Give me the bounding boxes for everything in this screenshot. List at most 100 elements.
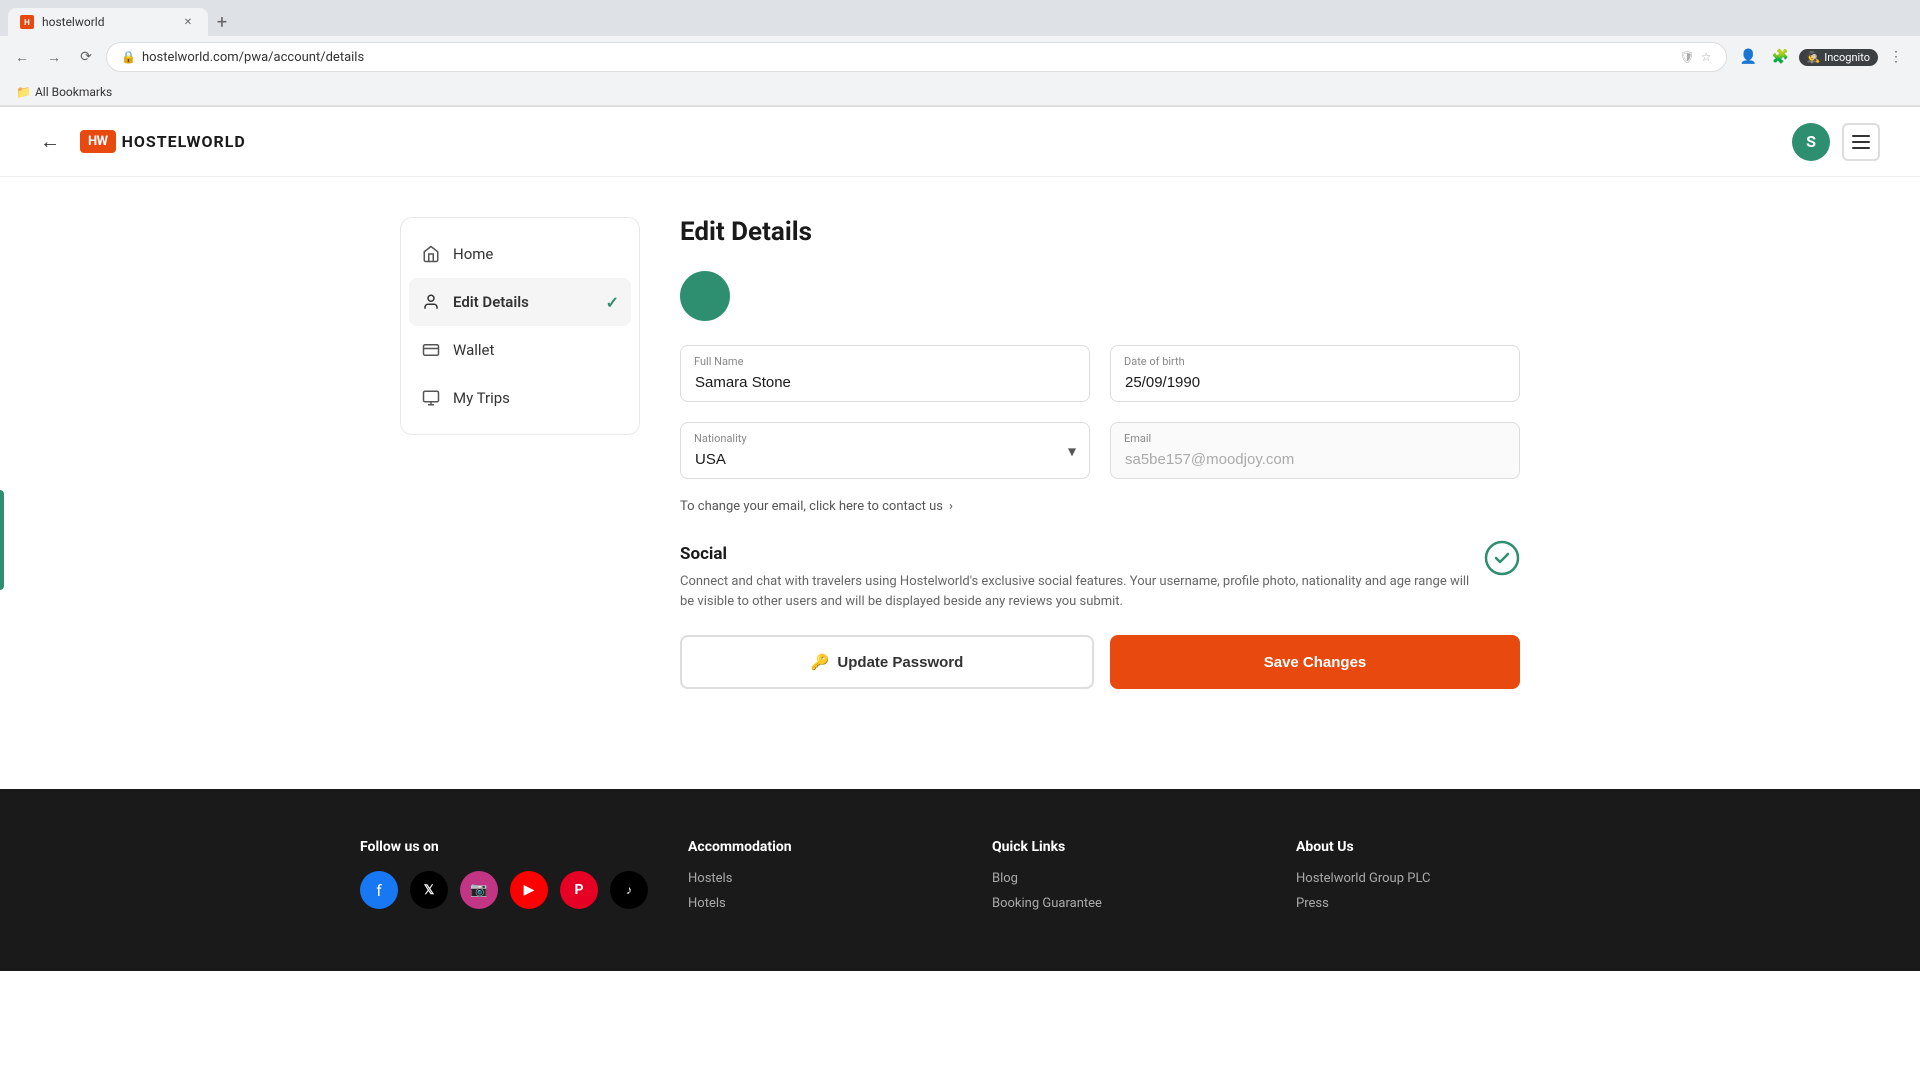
full-name-input[interactable] — [680, 345, 1090, 402]
footer-about-us-title: About Us — [1296, 839, 1560, 855]
footer-link-hotels[interactable]: Hotels — [688, 896, 952, 911]
browser-toolbar: ← → ⟳ 🔒 hostelworld.com/pwa/account/deta… — [0, 36, 1920, 78]
tab-favicon: H — [20, 15, 34, 29]
content-area: Edit Details Full Name Date of birth Nat… — [680, 217, 1520, 689]
social-description: Connect and chat with travelers using Ho… — [680, 572, 1484, 611]
facebook-icon[interactable]: f — [360, 871, 398, 909]
tab-label: hostelworld — [42, 15, 104, 29]
social-toggle-area: Social Connect and chat with travelers u… — [680, 544, 1520, 611]
footer-link-hostelworld-group[interactable]: Hostelworld Group PLC — [1296, 871, 1560, 886]
email-field: Email — [1110, 422, 1520, 479]
sidebar-edit-details-label: Edit Details — [453, 293, 529, 311]
key-icon: 🔑 — [811, 653, 830, 671]
user-icon — [421, 292, 441, 312]
wallet-icon — [421, 340, 441, 360]
social-title: Social — [680, 544, 1484, 564]
incognito-badge: 🕵 Incognito — [1799, 49, 1879, 66]
x-twitter-icon[interactable]: 𝕏 — [410, 871, 448, 909]
logo: HW HOSTELWORLD — [80, 130, 246, 153]
user-avatar[interactable]: S — [1792, 123, 1830, 161]
tab-bar: H hostelworld ✕ + — [0, 0, 1920, 36]
sidebar-wallet-label: Wallet — [453, 341, 494, 359]
more-button[interactable]: ⋮ — [1882, 43, 1910, 71]
sidebar-item-edit-details[interactable]: Edit Details ✓ — [409, 278, 631, 326]
header-left: ← HW HOSTELWORLD — [40, 129, 246, 154]
hamburger-line — [1852, 141, 1870, 143]
footer-accommodation-title: Accommodation — [688, 839, 952, 855]
instagram-icon[interactable]: 📷 — [460, 871, 498, 909]
toolbar-actions: 👤 🧩 🕵 Incognito ⋮ — [1735, 43, 1911, 71]
tab-close-button[interactable]: ✕ — [180, 14, 196, 30]
logo-text: HOSTELWORLD — [122, 132, 246, 151]
youtube-icon[interactable]: ▶ — [510, 871, 548, 909]
email-link-text: To change your email, click here to cont… — [680, 499, 943, 514]
home-icon — [421, 244, 441, 264]
footer: Follow us on f 𝕏 📷 ▶ P ♪ Accommodation H… — [0, 789, 1920, 971]
hamburger-line — [1852, 135, 1870, 137]
nationality-select[interactable]: USA UK Canada Australia — [680, 422, 1090, 479]
profile-button[interactable]: 👤 — [1735, 43, 1763, 71]
hamburger-line — [1852, 147, 1870, 149]
chevron-right-icon: › — [949, 499, 953, 514]
name-dob-row: Full Name Date of birth — [680, 345, 1520, 402]
profile-avatar[interactable] — [680, 271, 730, 321]
dob-field: Date of birth — [1110, 345, 1520, 402]
footer-about-us: About Us Hostelworld Group PLC Press — [1296, 839, 1560, 921]
footer-quick-links-title: Quick Links — [992, 839, 1256, 855]
sidebar-item-home[interactable]: Home — [401, 230, 639, 278]
email-input — [1110, 422, 1520, 479]
action-buttons-row: 🔑 Update Password Save Changes — [680, 635, 1520, 689]
footer-link-booking-guarantee[interactable]: Booking Guarantee — [992, 896, 1256, 911]
footer-follow-us-title: Follow us on — [360, 839, 648, 855]
back-button[interactable]: ← — [40, 129, 60, 154]
footer-grid: Follow us on f 𝕏 📷 ▶ P ♪ Accommodation H… — [360, 839, 1560, 921]
browser-chrome: H hostelworld ✕ + ← → ⟳ 🔒 hostelworld.co… — [0, 0, 1920, 107]
trips-icon — [421, 388, 441, 408]
back-nav-button[interactable]: ← — [10, 45, 34, 69]
sidebar-my-trips-label: My Trips — [453, 389, 510, 407]
page-title: Edit Details — [680, 217, 1520, 247]
footer-link-blog[interactable]: Blog — [992, 871, 1256, 886]
update-password-button[interactable]: 🔑 Update Password — [680, 635, 1094, 689]
header-right: S — [1792, 123, 1880, 161]
address-bar[interactable]: 🔒 hostelworld.com/pwa/account/details 🛡 … — [106, 42, 1727, 72]
email-change-link[interactable]: To change your email, click here to cont… — [680, 499, 1520, 514]
social-icons-row: f 𝕏 📷 ▶ P ♪ — [360, 871, 648, 909]
sidebar: Home Edit Details ✓ Wallet My Trips — [400, 217, 640, 435]
footer-link-hostels[interactable]: Hostels — [688, 871, 952, 886]
hamburger-menu-button[interactable] — [1842, 123, 1880, 161]
all-bookmarks-item[interactable]: 📁 All Bookmarks — [10, 83, 118, 101]
incognito-icon: 🕵 — [1807, 51, 1821, 64]
reload-button[interactable]: ⟳ — [74, 45, 98, 69]
nationality-email-row: Nationality USA UK Canada Australia ▾ Em… — [680, 422, 1520, 479]
extension-button[interactable]: 🧩 — [1767, 43, 1795, 71]
bookmarks-bar: 📁 All Bookmarks — [0, 78, 1920, 106]
folder-icon: 📁 — [16, 85, 31, 99]
app-header: ← HW HOSTELWORLD S — [0, 107, 1920, 177]
forward-nav-button[interactable]: → — [42, 45, 66, 69]
left-accent-bar — [0, 490, 4, 590]
sidebar-home-label: Home — [453, 245, 493, 263]
social-text-block: Social Connect and chat with travelers u… — [680, 544, 1484, 611]
main-container: Home Edit Details ✓ Wallet My Trips Edit… — [360, 177, 1560, 729]
sidebar-item-my-trips[interactable]: My Trips — [401, 374, 639, 422]
lock-icon: 🔒 — [121, 50, 136, 64]
tiktok-icon[interactable]: ♪ — [610, 871, 648, 909]
dob-input[interactable] — [1110, 345, 1520, 402]
pinterest-icon[interactable]: P — [560, 871, 598, 909]
url-text: hostelworld.com/pwa/account/details — [142, 50, 1674, 65]
shield-icon: 🛡 — [1680, 50, 1695, 64]
star-icon[interactable]: ☆ — [1701, 50, 1712, 64]
new-tab-button[interactable]: + — [208, 8, 236, 36]
nationality-field: Nationality USA UK Canada Australia ▾ — [680, 422, 1090, 479]
full-name-field: Full Name — [680, 345, 1090, 402]
save-changes-button[interactable]: Save Changes — [1110, 635, 1520, 689]
check-icon: ✓ — [606, 293, 619, 312]
social-section: Social Connect and chat with travelers u… — [680, 544, 1520, 611]
footer-accommodation: Accommodation Hostels Hotels — [688, 839, 952, 921]
active-tab[interactable]: H hostelworld ✕ — [8, 8, 208, 36]
footer-quick-links: Quick Links Blog Booking Guarantee — [992, 839, 1256, 921]
footer-link-press[interactable]: Press — [1296, 896, 1560, 911]
sidebar-item-wallet[interactable]: Wallet — [401, 326, 639, 374]
social-toggle-button[interactable] — [1484, 540, 1520, 580]
